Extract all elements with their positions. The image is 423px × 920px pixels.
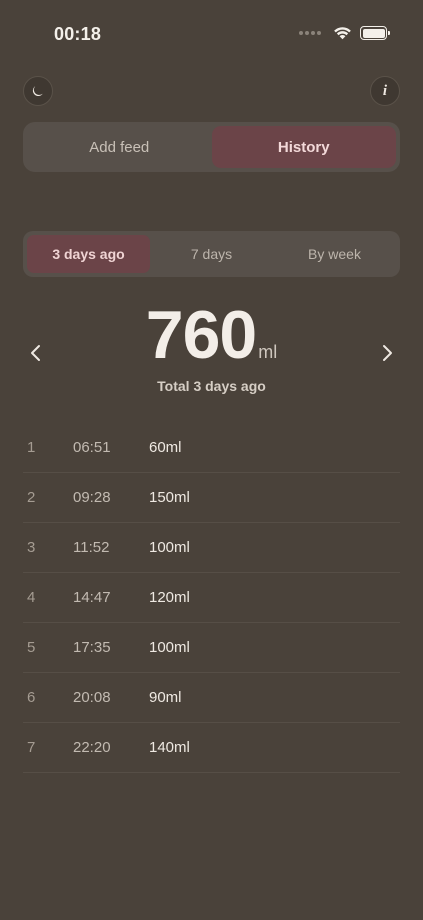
feed-number: 7 bbox=[27, 739, 36, 756]
tab-by-week[interactable]: By week bbox=[273, 235, 396, 273]
feed-time: 20:08 bbox=[73, 689, 111, 706]
feed-amount: 150ml bbox=[149, 489, 190, 506]
wifi-icon bbox=[334, 27, 351, 40]
tab-history[interactable]: History bbox=[211, 126, 396, 168]
feed-time: 09:28 bbox=[73, 489, 111, 506]
feed-time: 11:52 bbox=[73, 539, 110, 556]
status-icons bbox=[299, 26, 390, 40]
feed-row[interactable]: 6 20:08 90ml bbox=[23, 673, 400, 723]
feed-number: 5 bbox=[27, 639, 36, 656]
total-display: 760 ml bbox=[0, 296, 423, 374]
tab-7-days[interactable]: 7 days bbox=[150, 235, 273, 273]
feed-amount: 100ml bbox=[149, 539, 190, 556]
tab-3-days-ago[interactable]: 3 days ago bbox=[27, 235, 150, 273]
feed-amount: 90ml bbox=[149, 689, 182, 706]
feed-amount: 100ml bbox=[149, 639, 190, 656]
total-caption: Total 3 days ago bbox=[157, 378, 266, 394]
feed-row[interactable]: 5 17:35 100ml bbox=[23, 623, 400, 673]
feed-row[interactable]: 7 22:20 140ml bbox=[23, 723, 400, 773]
feed-number: 4 bbox=[27, 589, 36, 606]
feed-number: 2 bbox=[27, 489, 36, 506]
feed-amount: 140ml bbox=[149, 739, 190, 756]
night-mode-button[interactable] bbox=[23, 76, 53, 106]
moon-icon bbox=[32, 86, 43, 97]
status-time: 00:18 bbox=[54, 24, 102, 44]
feed-row[interactable]: 3 11:52 100ml bbox=[23, 523, 400, 573]
feed-number: 6 bbox=[27, 689, 36, 706]
feed-row[interactable]: 2 09:28 150ml bbox=[23, 473, 400, 523]
feed-time: 06:51 bbox=[73, 439, 111, 456]
battery-icon bbox=[360, 26, 390, 40]
feed-number: 1 bbox=[27, 439, 36, 456]
tab-add-feed[interactable]: Add feed bbox=[27, 126, 212, 168]
info-button[interactable]: i bbox=[370, 76, 400, 106]
feed-time: 14:47 bbox=[73, 589, 111, 606]
feed-list: 1 06:51 60ml 2 09:28 150ml 3 11:52 100ml… bbox=[23, 423, 400, 773]
total-value: 760 bbox=[145, 297, 257, 373]
feed-number: 3 bbox=[27, 539, 36, 556]
total-unit: ml bbox=[258, 342, 278, 362]
range-tab-bar: 3 days ago 7 days By week bbox=[23, 231, 400, 277]
feed-amount: 120ml bbox=[149, 589, 190, 606]
feed-amount: 60ml bbox=[149, 439, 182, 456]
feed-time: 22:20 bbox=[73, 739, 111, 756]
feed-row[interactable]: 4 14:47 120ml bbox=[23, 573, 400, 623]
feed-time: 17:35 bbox=[73, 639, 111, 656]
info-icon: i bbox=[382, 82, 388, 99]
cellular-signal-icon bbox=[299, 31, 321, 35]
status-bar: 00:18 bbox=[0, 0, 423, 60]
feed-row[interactable]: 1 06:51 60ml bbox=[23, 423, 400, 473]
main-tab-bar: Add feed History bbox=[23, 122, 400, 172]
